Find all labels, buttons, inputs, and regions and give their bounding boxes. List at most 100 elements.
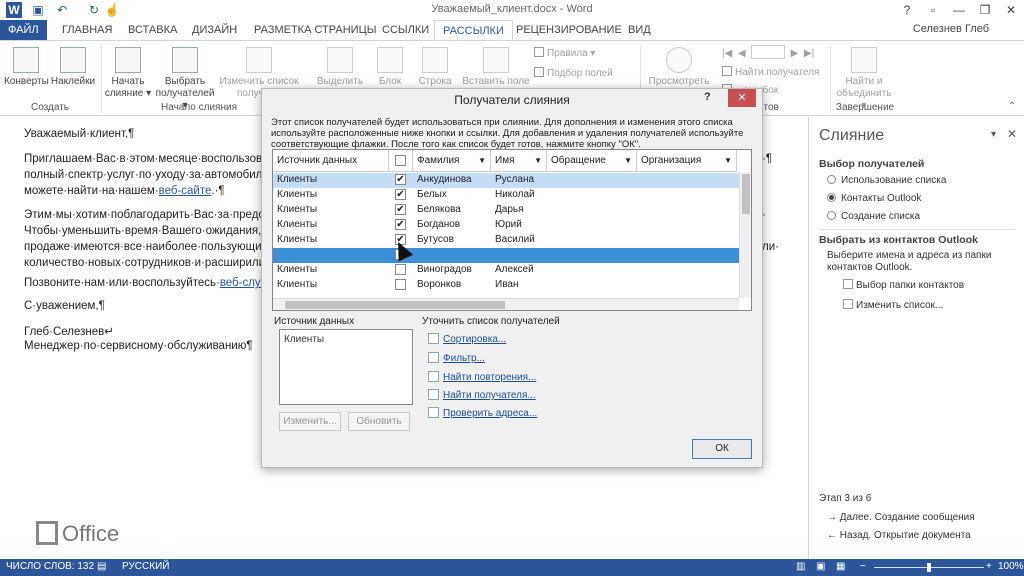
collapse-ribbon-icon[interactable]: ⌃ xyxy=(1008,101,1016,112)
column-header-last-name[interactable]: Фамилия ▼ xyxy=(413,150,491,172)
row-checkbox[interactable] xyxy=(395,264,406,275)
website-link[interactable]: веб-сайте xyxy=(159,185,212,197)
find-recipient-button[interactable]: Найти получателя xyxy=(722,66,819,78)
table-row[interactable]: Клиенты ✔ Белякова Дарья xyxy=(273,203,739,218)
web-layout-icon[interactable]: ▦ xyxy=(836,561,845,572)
table-row[interactable]: Клиенты ✔ Белых Николай xyxy=(273,188,739,203)
filter-link[interactable]: Фильтр... xyxy=(428,352,485,364)
start-merge-button[interactable]: Начать слияние ▾ xyxy=(104,47,152,100)
minimize-button[interactable]: — xyxy=(946,0,972,20)
zoom-slider-thumb[interactable] xyxy=(927,563,931,572)
restore-button[interactable]: ❐ xyxy=(972,0,998,20)
doc-sign-off: С·уважением,¶ xyxy=(24,300,105,312)
highlight-fields-button[interactable]: Выделить xyxy=(312,47,368,88)
column-header-check[interactable] xyxy=(389,150,413,172)
sort-link[interactable]: Сортировка... xyxy=(428,333,506,345)
envelopes-button[interactable]: Конверты xyxy=(4,47,49,88)
tab-file[interactable]: ФАЙЛ xyxy=(0,20,47,40)
radio-checked-icon xyxy=(827,193,836,202)
pane-menu-icon[interactable]: ▾ xyxy=(991,129,996,140)
table-row[interactable]: Клиенты ✔ Бутусов Василий xyxy=(273,233,739,248)
pane-close-icon[interactable]: ✕ xyxy=(1007,127,1017,141)
ok-button[interactable]: ОК xyxy=(692,439,752,459)
cell-first-name: Ирина xyxy=(495,249,525,260)
validate-icon xyxy=(428,407,439,418)
row-checkbox[interactable] xyxy=(395,279,406,290)
datasource-item[interactable]: Клиенты xyxy=(280,330,412,349)
group-finish-label: Завершение xyxy=(835,102,895,113)
cell-last-name: Воронков xyxy=(417,279,462,290)
zoom-in-icon[interactable]: + xyxy=(986,561,992,572)
row-checkbox[interactable]: ✔ xyxy=(395,174,406,185)
row-checkbox[interactable]: ✔ xyxy=(395,219,406,230)
row-checkbox[interactable]: ✔ xyxy=(395,204,406,215)
scroll-thumb[interactable] xyxy=(742,174,750,214)
dropdown-arrow-icon: ▼ xyxy=(724,156,732,165)
tab-mailings[interactable]: РАССЫЛКИ xyxy=(434,20,513,40)
insert-field-button[interactable]: Вставить поле xyxy=(460,47,532,88)
preview-results-button[interactable]: Просмотреть xyxy=(646,47,712,88)
table-row[interactable]: Клиенты Виноградов Алексей xyxy=(273,263,739,278)
tab-references[interactable]: ССЫЛКИ xyxy=(374,20,437,40)
close-button[interactable]: ✕ xyxy=(998,0,1024,20)
edit-list-icon xyxy=(246,47,272,73)
grid-horizontal-scrollbar[interactable] xyxy=(273,298,739,310)
zoom-out-icon[interactable]: − xyxy=(860,561,866,572)
next-step-link[interactable]: → Далее. Создание сообщения xyxy=(827,512,975,523)
rules-button[interactable]: Правила ▾ xyxy=(534,47,595,59)
greeting-line-button[interactable]: Строка xyxy=(412,47,458,88)
table-row[interactable]: Клиенты ✔ Богданов Юрий xyxy=(273,218,739,233)
row-checkbox[interactable]: ✔ xyxy=(395,189,406,200)
refresh-button[interactable]: Обновить xyxy=(348,412,410,431)
read-mode-icon[interactable]: ▥ xyxy=(796,561,805,572)
tab-layout[interactable]: РАЗМЕТКА СТРАНИЦЫ xyxy=(246,20,384,40)
column-header-organization[interactable]: Организация ▼ xyxy=(637,150,737,172)
ribbon-options-icon[interactable]: ▫ xyxy=(920,0,946,20)
dialog-close-button[interactable]: ✕ xyxy=(728,89,756,107)
address-block-button[interactable]: Блок xyxy=(370,47,410,88)
mail-merge-recipients-dialog: Получатели слияния ? ✕ Этот список получ… xyxy=(261,88,763,468)
edit-list-link[interactable]: Изменить список... xyxy=(843,299,943,311)
find-recipient-icon xyxy=(428,389,439,400)
cell-source: Клиенты xyxy=(277,189,318,200)
select-contact-folder-link[interactable]: Выбор папки контактов xyxy=(843,279,964,291)
previous-step-link[interactable]: ← Назад. Открытие документа xyxy=(827,530,971,541)
labels-button[interactable]: Наклейки xyxy=(50,47,96,88)
print-layout-icon[interactable]: ▣ xyxy=(816,561,825,572)
select-all-checkbox[interactable] xyxy=(395,155,406,166)
cell-last-name: Белых xyxy=(417,189,447,200)
help-icon[interactable]: ? xyxy=(894,0,920,20)
edit-datasource-button[interactable]: Изменить... xyxy=(279,412,341,431)
find-duplicates-link[interactable]: Найти повторения... xyxy=(428,371,536,383)
grid-vertical-scrollbar[interactable] xyxy=(739,172,751,298)
column-header-salutation[interactable]: Обращение ▼ xyxy=(547,150,637,172)
proofing-icon[interactable]: ▤ xyxy=(97,561,106,572)
language[interactable]: РУССКИЙ xyxy=(122,561,169,572)
zoom-level[interactable]: 100% xyxy=(998,561,1024,572)
tab-review[interactable]: РЕЦЕНЗИРОВАНИЕ xyxy=(508,20,630,40)
tab-home[interactable]: ГЛАВНАЯ xyxy=(54,20,120,40)
table-row[interactable]: Клиенты Воронков Иван xyxy=(273,278,739,293)
find-recipient-link[interactable]: Найти получателя... xyxy=(428,389,536,401)
record-navigation[interactable]: |◀ ◀ ▶ ▶| xyxy=(722,45,814,59)
cell-source: Клиенты xyxy=(277,204,318,215)
tab-design[interactable]: ДИЗАЙН xyxy=(184,20,245,40)
scroll-thumb[interactable] xyxy=(285,301,505,309)
recipients-grid[interactable]: Источник данных Фамилия ▼ Имя ▼ Обращение ▼… xyxy=(272,149,752,311)
dialog-help-button[interactable]: ? xyxy=(704,91,711,103)
match-fields-button[interactable]: Подбор полей xyxy=(534,67,613,79)
word-count[interactable]: ЧИСЛО СЛОВ: 132 xyxy=(6,561,94,572)
option-create-list[interactable]: Создание списка xyxy=(827,211,920,222)
tab-view[interactable]: ВИД xyxy=(620,20,659,40)
column-header-source[interactable]: Источник данных xyxy=(273,150,389,172)
datasource-list[interactable]: Клиенты xyxy=(279,329,413,405)
user-name[interactable]: Селезнев Глеб xyxy=(913,23,989,35)
table-row[interactable]: Клиенты Бутусов Ирина xyxy=(273,248,739,263)
option-use-list[interactable]: Использование списка xyxy=(827,175,946,186)
dropdown-arrow-icon: ▼ xyxy=(624,156,632,165)
validate-addresses-link[interactable]: Проверить адреса... xyxy=(428,407,537,419)
table-row[interactable]: Клиенты ✔ Анкудинова Руслана xyxy=(273,173,739,188)
column-header-first-name[interactable]: Имя ▼ xyxy=(491,150,547,172)
option-outlook-contacts[interactable]: Контакты Outlook xyxy=(827,193,921,204)
tab-insert[interactable]: ВСТАВКА xyxy=(120,20,185,40)
